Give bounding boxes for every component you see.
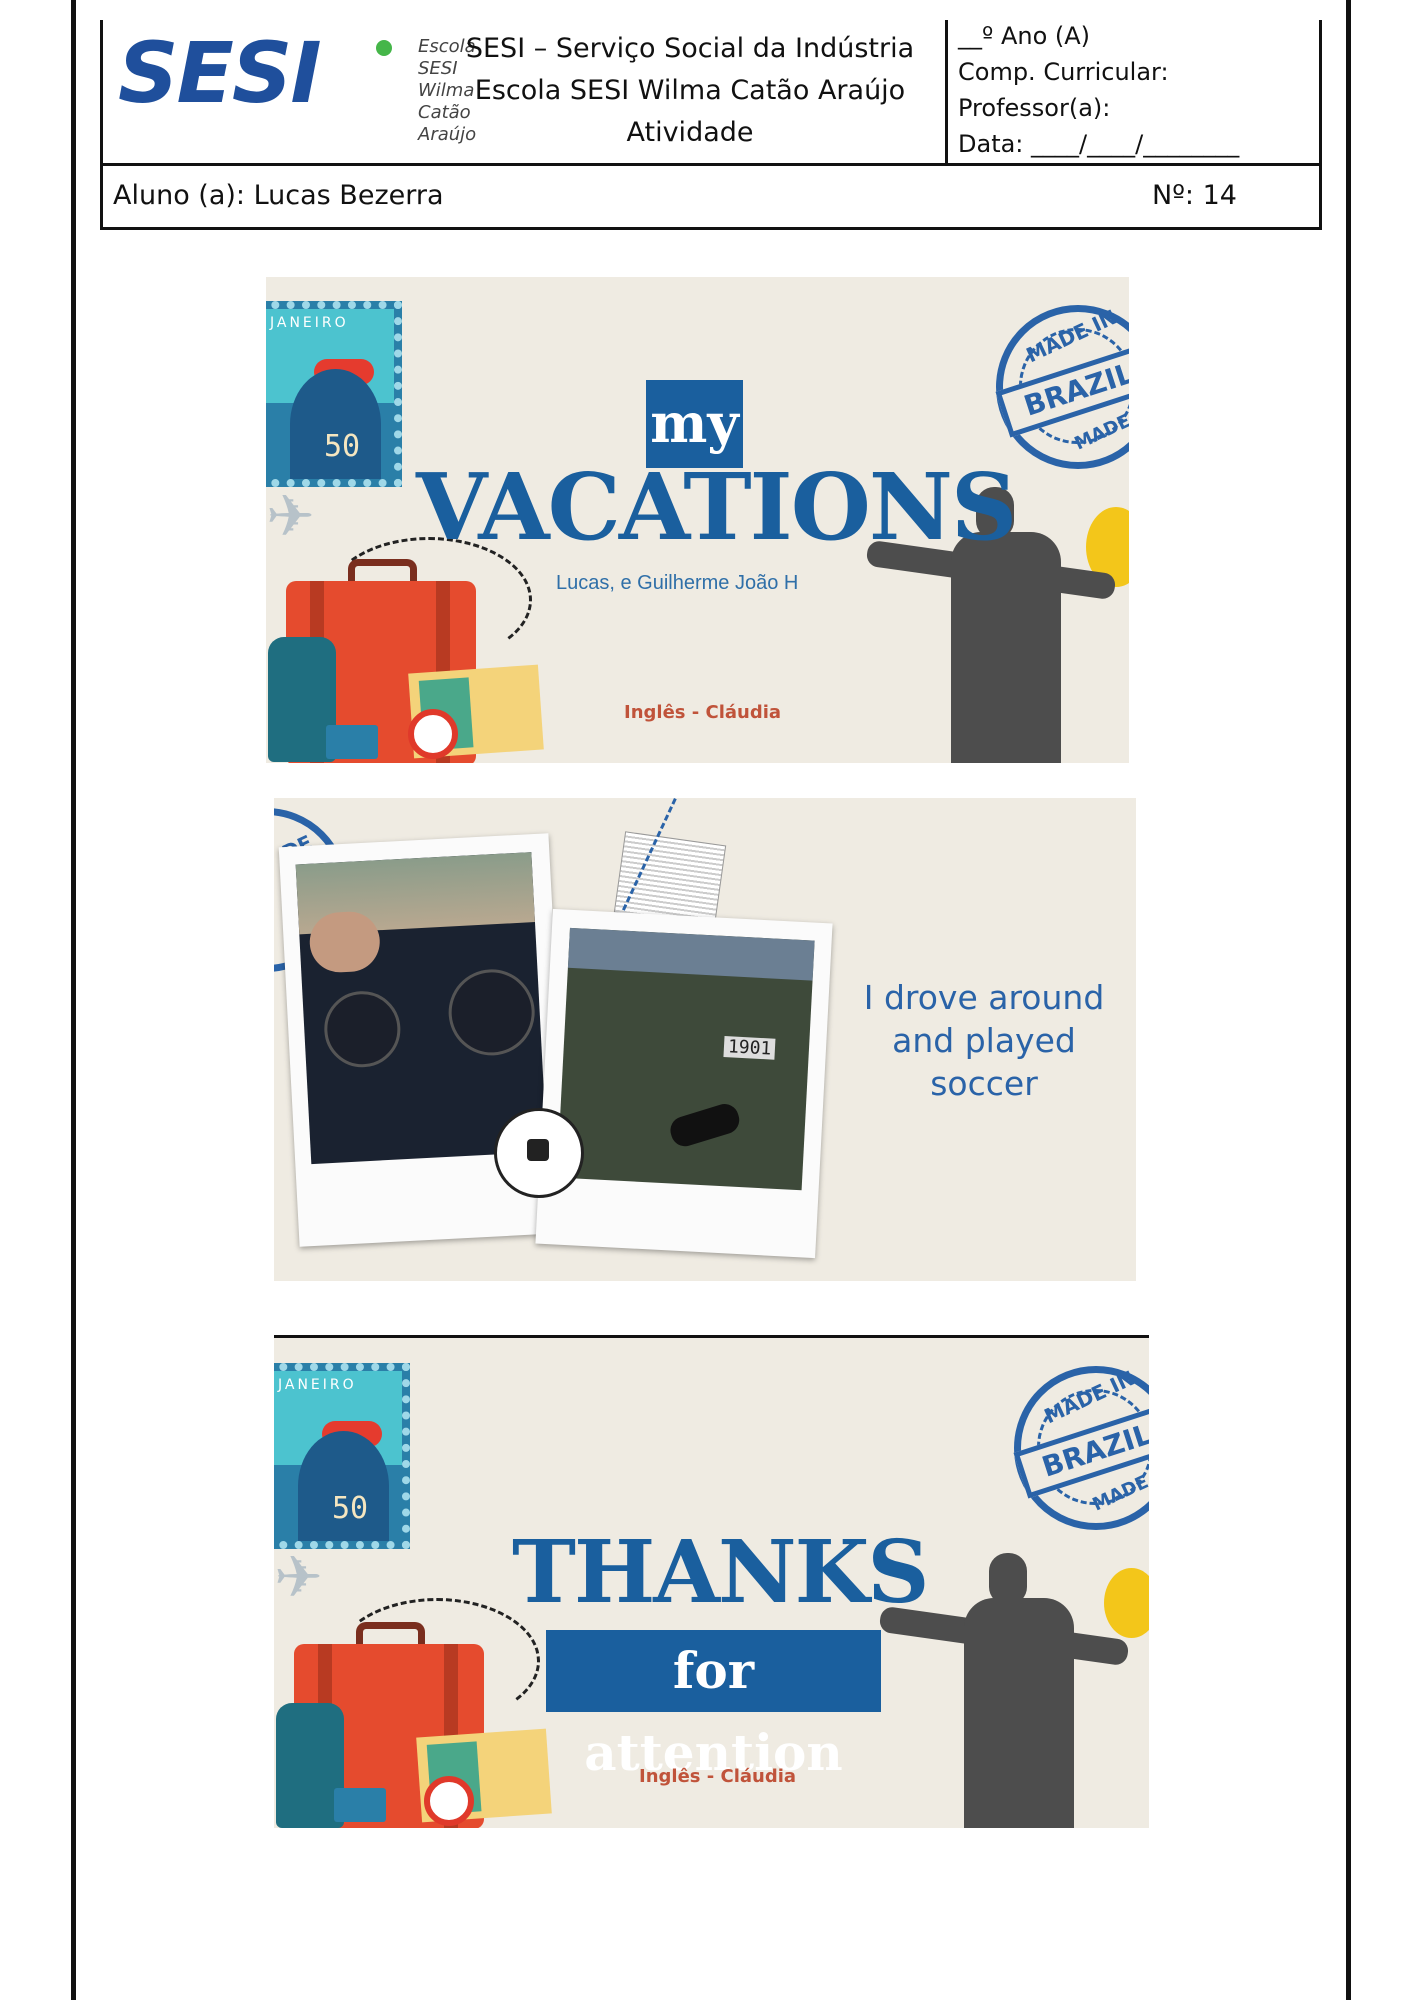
slide-thanks: JANEIRO 50 ✈ MADE IN BRAZIL MADE THANKS … — [274, 1335, 1149, 1828]
logo-wordmark: SESI — [118, 24, 322, 122]
subject-field: Comp. Curricular: — [958, 58, 1169, 86]
header-border-left — [100, 20, 103, 230]
scoreboard: 1901 — [723, 1036, 776, 1060]
hand — [308, 910, 382, 974]
student-number: Nº: 14 — [1152, 180, 1237, 211]
page-border-left — [71, 0, 76, 2000]
ball-patch — [527, 1139, 549, 1161]
title-line: Atividade — [626, 117, 754, 148]
rio-stamp: JANEIRO 50 — [266, 301, 402, 487]
class-info: __º Ano (A) Comp. Curricular: Professor(… — [958, 18, 1239, 162]
driving-photo — [295, 852, 548, 1165]
header-divider — [100, 163, 1322, 166]
compass-icon — [408, 709, 458, 759]
attention-subtitle: for attention — [546, 1630, 881, 1782]
slide-my-vacations: JANEIRO 50 ✈ MADE IN BRAZIL MADE my VACA… — [266, 277, 1129, 763]
polaroid-soccer: 1901 — [535, 908, 833, 1259]
rio-stamp: JANEIRO 50 — [274, 1363, 410, 1549]
caption-line: I drove around — [863, 978, 1105, 1017]
date-field: Data: ____/____/________ — [958, 130, 1240, 158]
caption-line: and played — [892, 1021, 1076, 1060]
header-border-right — [1319, 20, 1322, 230]
logo-dot — [376, 40, 392, 56]
teacher-field: Professor(a): — [958, 94, 1111, 122]
student-name: Aluno (a): Lucas Bezerra — [113, 180, 444, 211]
field-fence — [567, 927, 815, 981]
speedometer — [322, 989, 403, 1070]
cleat — [666, 1100, 743, 1150]
made-in-brazil-seal: MADE IN BRAZIL MADE — [995, 305, 1129, 469]
stamp-city: JANEIRO — [278, 1377, 357, 1393]
ticket-icon — [326, 725, 378, 759]
caption-line: soccer — [930, 1064, 1038, 1103]
activity-caption: I drove around and played soccer — [854, 976, 1114, 1105]
ticket-icon — [334, 1788, 386, 1822]
vacations-title: VACATIONS — [416, 453, 1017, 561]
statue-body — [964, 1598, 1074, 1828]
made-in-brazil-seal: MADE IN BRAZIL MADE — [1013, 1366, 1149, 1530]
stamp-city: JANEIRO — [270, 315, 349, 331]
thanks-title: THANKS — [512, 1522, 929, 1623]
airplane-icon: ✈ — [274, 1543, 323, 1611]
school-title: SESI – Serviço Social da Indústria Escol… — [455, 28, 925, 154]
statue-body — [951, 532, 1061, 763]
course-credit: Inglês - Cláudia — [624, 702, 782, 723]
stamp-value: 50 — [332, 1491, 369, 1526]
title-line: SESI – Serviço Social da Indústria — [465, 33, 915, 64]
header-border-bottom — [100, 227, 1322, 230]
tachometer — [446, 967, 537, 1058]
course-credit: Inglês - Cláudia — [639, 1766, 797, 1787]
stamp-value: 50 — [324, 429, 361, 464]
authors: Lucas, e Guilherme João H — [556, 572, 799, 594]
sesi-logo: SESI Escola SESI Wilma Catão Araújo — [118, 24, 476, 145]
title-line: Escola SESI Wilma Catão Araújo — [474, 75, 906, 106]
page-border-right — [1346, 0, 1351, 2000]
slide-activities: DE IN 1901 I drove around and played soc… — [274, 798, 1136, 1281]
header-column-divider — [945, 20, 948, 165]
soccer-photo: 1901 — [556, 927, 815, 1191]
airplane-icon: ✈ — [266, 482, 315, 550]
compass-icon — [424, 1776, 474, 1826]
grade-field: __º Ano (A) — [958, 22, 1091, 50]
soccer-ball-icon — [494, 1108, 584, 1198]
